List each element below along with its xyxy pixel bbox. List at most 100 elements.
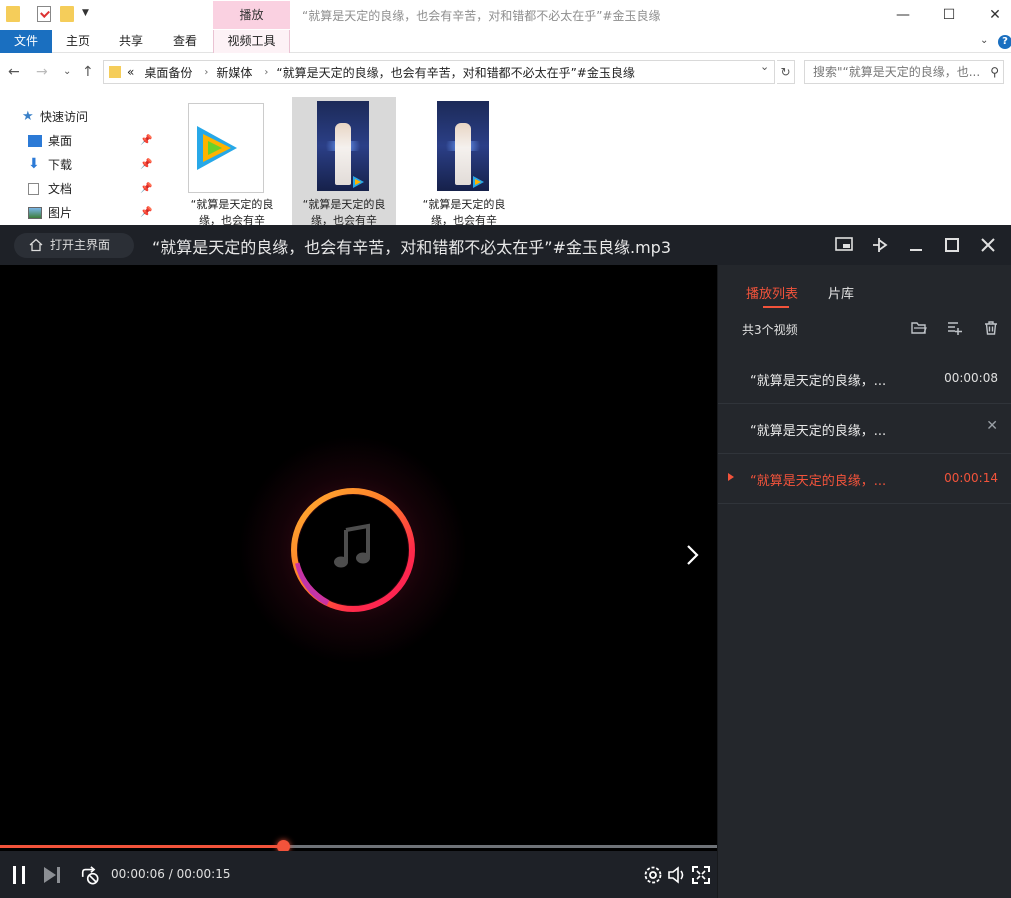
nav-label: 快速访问 bbox=[40, 110, 89, 124]
nav-label: 图片 bbox=[48, 206, 73, 220]
minimize-button[interactable]: — bbox=[880, 0, 926, 30]
loop-mode-icon[interactable] bbox=[80, 865, 100, 885]
nav-label: 下载 bbox=[48, 158, 73, 172]
remove-item-icon[interactable]: ✕ bbox=[986, 418, 998, 434]
navigation-pane: ★ 快速访问 桌面 📌 ⬇ 下载 📌 文档 📌 图片 📌 bbox=[0, 100, 156, 226]
ribbon-tabs: 文件 主页 共享 查看 视频工具 ⌄ ? bbox=[0, 30, 1011, 53]
desktop-icon bbox=[28, 135, 42, 147]
play-badge-icon bbox=[473, 176, 484, 188]
next-track-icon[interactable] bbox=[42, 865, 62, 885]
trash-icon[interactable] bbox=[983, 320, 999, 336]
open-folder-icon[interactable] bbox=[911, 320, 927, 336]
open-home-button[interactable]: 打开主界面 bbox=[14, 233, 134, 258]
document-icon bbox=[28, 183, 39, 195]
new-folder-icon[interactable] bbox=[60, 6, 74, 22]
video-thumbnail bbox=[317, 101, 369, 191]
context-tab-header: 播放 bbox=[213, 1, 290, 29]
music-disc bbox=[291, 488, 415, 612]
pictures-icon bbox=[28, 207, 42, 219]
nav-item-documents[interactable]: 文档 📌 bbox=[0, 178, 156, 200]
player-title: “就算是天定的良缘，也会有辛苦，对和错都不必太在乎”#金玉良缘.mp3 bbox=[152, 238, 671, 257]
pin-icon[interactable]: 📌 bbox=[140, 154, 152, 176]
properties-icon[interactable] bbox=[37, 6, 51, 22]
folder-icon[interactable] bbox=[6, 6, 20, 22]
mini-mode-icon[interactable] bbox=[834, 234, 854, 256]
search-input[interactable]: 搜索"“就算是天定的良缘，也... ⚲ bbox=[804, 60, 1004, 84]
maximize-icon[interactable] bbox=[942, 234, 962, 256]
video-area[interactable] bbox=[0, 265, 717, 843]
file-item[interactable]: “就算是天定的良 缘，也会有辛 bbox=[180, 97, 284, 227]
fullscreen-icon[interactable] bbox=[691, 865, 711, 885]
playlist-item-playing[interactable]: “就算是天定的良缘，... 00:00:14 bbox=[718, 454, 1011, 504]
nav-item-desktop[interactable]: 桌面 📌 bbox=[0, 130, 156, 152]
recent-locations-icon[interactable]: ⌄ bbox=[63, 66, 71, 77]
pin-icon[interactable]: 📌 bbox=[140, 178, 152, 200]
back-icon[interactable]: ← bbox=[8, 64, 20, 80]
tab-file[interactable]: 文件 bbox=[0, 30, 52, 53]
search-icon: ⚲ bbox=[990, 65, 999, 79]
pin-icon[interactable]: 📌 bbox=[140, 202, 152, 224]
pin-on-top-icon[interactable] bbox=[870, 234, 890, 256]
playlist-item-name: “就算是天定的良缘，... bbox=[750, 474, 887, 489]
close-icon[interactable] bbox=[978, 234, 998, 256]
nav-item-quick-access[interactable]: ★ 快速访问 bbox=[0, 106, 156, 128]
explorer-window-title: “就算是天定的良缘，也会有辛苦，对和错都不必太在乎”#金玉良缘 bbox=[302, 9, 661, 23]
file-item[interactable]: “就算是天定的良 缘，也会有辛 bbox=[292, 97, 396, 227]
explorer-titlebar: ▼ 播放 “就算是天定的良缘，也会有辛苦，对和错都不必太在乎”#金玉良缘 — ☐… bbox=[0, 0, 1011, 30]
control-bar: 00:00:06 / 00:00:15 bbox=[0, 851, 717, 898]
customize-quick-access-icon[interactable]: ▼ bbox=[82, 8, 89, 18]
address-bar[interactable]: « 桌面备份 › 新媒体 › “就算是天定的良缘，也会有辛苦，对和错都不必太在乎… bbox=[103, 60, 775, 84]
settings-icon[interactable] bbox=[643, 865, 663, 885]
help-icon[interactable]: ? bbox=[998, 35, 1011, 49]
playlist-item[interactable]: “就算是天定的良缘，... 00:00:08 bbox=[718, 354, 1011, 404]
file-item[interactable]: “就算是天定的良 缘，也会有辛 bbox=[412, 97, 516, 227]
refresh-icon[interactable]: ↻ bbox=[777, 60, 795, 84]
nav-label: 桌面 bbox=[48, 134, 73, 148]
star-icon: ★ bbox=[22, 109, 34, 124]
tab-share[interactable]: 共享 bbox=[104, 30, 158, 53]
play-badge-icon bbox=[353, 176, 364, 188]
breadcrumb-separator-icon[interactable]: › bbox=[264, 67, 268, 78]
search-placeholder: 搜索"“就算是天定的良缘，也... bbox=[813, 65, 981, 79]
nav-item-pictures[interactable]: 图片 📌 bbox=[0, 202, 156, 224]
now-playing-icon bbox=[728, 473, 734, 481]
close-button[interactable]: ✕ bbox=[972, 0, 1011, 30]
download-icon: ⬇ bbox=[28, 156, 40, 172]
tab-home[interactable]: 主页 bbox=[52, 30, 104, 53]
volume-icon[interactable] bbox=[667, 865, 687, 885]
playlist-item-name: “就算是天定的良缘，... bbox=[750, 374, 887, 389]
address-dropdown-icon[interactable]: ⌄ bbox=[760, 60, 769, 73]
tab-playlist[interactable]: 播放列表 bbox=[746, 283, 798, 302]
playback-time: 00:00:06 / 00:00:15 bbox=[111, 867, 231, 881]
minimize-icon[interactable] bbox=[906, 234, 926, 256]
media-player-window: 打开主界面 “就算是天定的良缘，也会有辛苦，对和错都不必太在乎”#金玉良缘.mp… bbox=[0, 225, 1011, 898]
home-icon bbox=[29, 238, 43, 252]
chevron-right-icon[interactable] bbox=[682, 543, 702, 567]
playlist-item-duration: 00:00:14 bbox=[944, 471, 998, 485]
progress-bar[interactable] bbox=[0, 840, 717, 853]
expand-ribbon-icon[interactable]: ⌄ bbox=[980, 35, 988, 46]
progress-fill bbox=[0, 845, 283, 848]
breadcrumb-item[interactable]: 桌面备份 bbox=[144, 64, 192, 81]
nav-item-downloads[interactable]: ⬇ 下载 📌 bbox=[0, 154, 156, 176]
pause-icon[interactable] bbox=[9, 865, 29, 885]
player-titlebar: 打开主界面 “就算是天定的良缘，也会有辛苦，对和错都不必太在乎”#金玉良缘.mp… bbox=[0, 225, 1011, 265]
forward-icon[interactable]: → bbox=[36, 64, 48, 80]
tab-video-tools[interactable]: 视频工具 bbox=[213, 30, 290, 53]
video-player-file-icon bbox=[188, 103, 264, 193]
playlist-item[interactable]: “就算是天定的良缘，... ✕ bbox=[718, 404, 1011, 454]
add-to-list-icon[interactable] bbox=[947, 320, 963, 336]
address-overflow[interactable]: « bbox=[127, 65, 134, 79]
folder-icon bbox=[109, 66, 121, 78]
nav-label: 文档 bbox=[48, 182, 73, 196]
tab-view[interactable]: 查看 bbox=[158, 30, 212, 53]
up-icon[interactable]: ↑ bbox=[82, 64, 94, 80]
tab-library[interactable]: 片库 bbox=[828, 283, 854, 302]
pin-icon[interactable]: 📌 bbox=[140, 130, 152, 152]
playlist-item-name: “就算是天定的良缘，... bbox=[750, 424, 887, 439]
breadcrumb-item[interactable]: 新媒体 bbox=[216, 64, 252, 81]
breadcrumb-separator-icon[interactable]: › bbox=[204, 67, 208, 78]
maximize-button[interactable]: ☐ bbox=[926, 0, 972, 30]
open-home-label: 打开主界面 bbox=[50, 238, 111, 252]
breadcrumb-item[interactable]: “就算是天定的良缘，也会有辛苦，对和错都不必太在乎”#金玉良缘 bbox=[276, 64, 635, 81]
